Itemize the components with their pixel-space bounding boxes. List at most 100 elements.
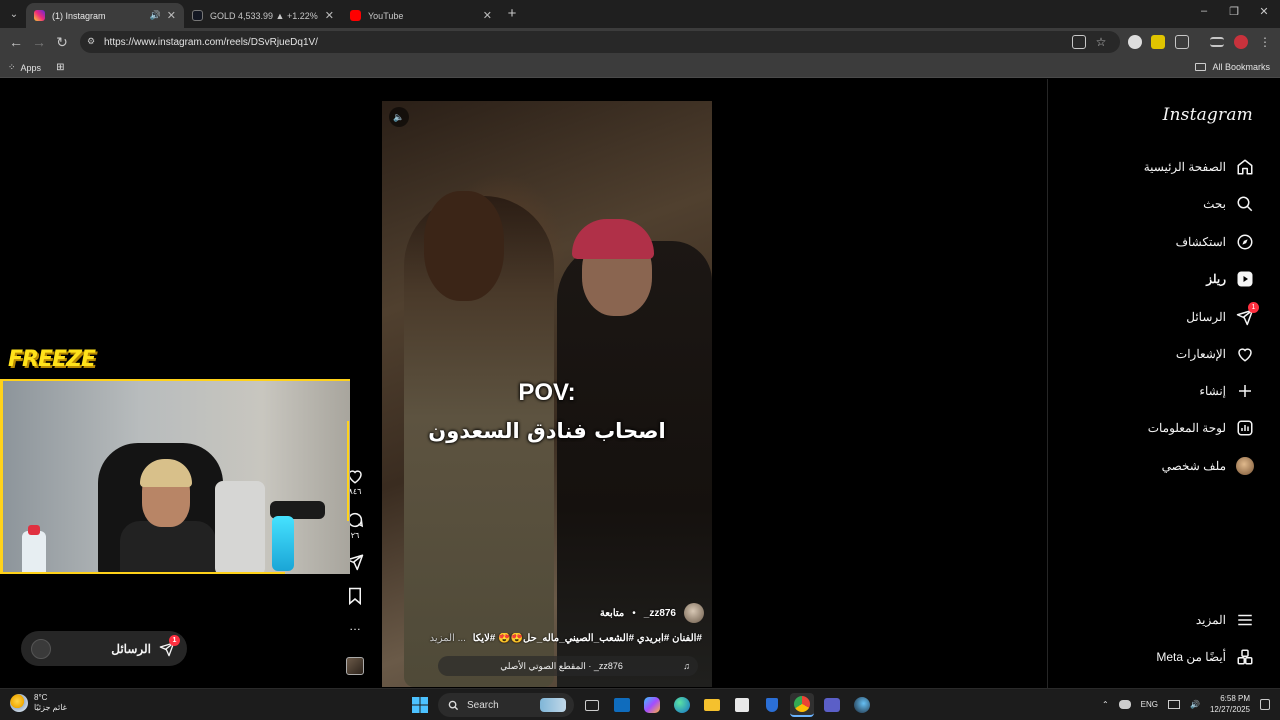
menu-kebab-icon[interactable]: ⋮ xyxy=(1258,35,1272,49)
nav-label: استكشاف xyxy=(1175,235,1226,249)
mute-toggle-icon[interactable]: 🔈 xyxy=(389,107,409,127)
nav-explore[interactable]: استكشاف xyxy=(1176,230,1254,254)
nav-messages[interactable]: 1 الرسائل xyxy=(1186,302,1259,329)
network-icon[interactable] xyxy=(1167,699,1180,709)
copilot-icon[interactable] xyxy=(640,693,664,717)
tab-audio-icon[interactable]: 🔊 xyxy=(150,10,161,21)
extension-icon[interactable] xyxy=(1128,35,1142,49)
site-info-icon[interactable]: ⚙ xyxy=(87,36,99,48)
more-options-button[interactable]: … xyxy=(343,619,367,633)
tab-youtube[interactable]: YouTube ✕ xyxy=(342,3,500,28)
task-view-icon[interactable] xyxy=(580,693,604,717)
minimize-button[interactable]: – xyxy=(1194,5,1214,17)
messages-badge: 1 xyxy=(1248,302,1259,313)
nav-also-from-meta[interactable]: أيضًا من Meta xyxy=(1156,645,1254,669)
home-icon xyxy=(1236,158,1254,176)
nav-label: لوحة المعلومات xyxy=(1147,421,1226,435)
nav-dashboard[interactable]: لوحة المعلومات xyxy=(1148,416,1254,440)
windows-taskbar: 8°C غائم جزئيًا Search ⌃ ENG 🔊 6:58 PM 1… xyxy=(0,688,1280,720)
separator-dot: • xyxy=(632,607,636,619)
tab-close-icon[interactable]: ✕ xyxy=(325,9,334,22)
tab-title: GOLD 4,533.99 ▲ +1.22% Unna xyxy=(210,10,319,21)
store-icon[interactable] xyxy=(730,693,754,717)
profile-avatar xyxy=(1236,457,1254,475)
author-username[interactable]: zz876_ xyxy=(644,608,676,619)
browser-toolbar: ← → ↻ ⚙ https://www.instagram.com/reels/… xyxy=(0,28,1280,56)
search-icon xyxy=(448,700,459,710)
apps-grid-icon: ⁘ xyxy=(8,62,16,72)
instagram-logo[interactable]: Instagram xyxy=(1163,105,1253,125)
audio-label: zz876_ · المقطع الصوتي الأصلي xyxy=(500,660,623,671)
reel-author: zz876_ • متابعة xyxy=(600,603,704,623)
nav-more[interactable]: المزيد xyxy=(1196,608,1254,632)
dashboard-icon xyxy=(1236,419,1254,437)
reel-overlay-line1: POV: xyxy=(518,379,576,406)
clock[interactable]: 6:58 PM 12/27/2025 xyxy=(1210,693,1250,715)
tab-instagram[interactable]: (1) Instagram 🔊 ✕ xyxy=(26,3,184,28)
nav-profile[interactable]: ملف شخصي xyxy=(1162,454,1254,478)
url-text: https://www.instagram.com/reels/DSvRjueD… xyxy=(104,36,318,48)
start-button[interactable] xyxy=(408,693,432,717)
address-bar[interactable]: ⚙ https://www.instagram.com/reels/DSvRju… xyxy=(80,31,1120,53)
restore-button[interactable]: ❐ xyxy=(1224,5,1244,18)
tab-close-icon[interactable]: ✕ xyxy=(167,9,176,22)
steam-icon[interactable] xyxy=(850,693,874,717)
nav-notifications[interactable]: الإشعارات xyxy=(1176,342,1254,366)
follow-button[interactable]: متابعة xyxy=(600,608,624,619)
close-window-button[interactable]: ✕ xyxy=(1254,5,1274,18)
extensions-puzzle-icon[interactable] xyxy=(1175,35,1189,49)
file-explorer-icon[interactable] xyxy=(700,693,724,717)
audio-thumbnail[interactable] xyxy=(346,657,364,675)
back-button[interactable]: ← xyxy=(8,34,24,50)
all-bookmarks-label: All Bookmarks xyxy=(1212,62,1270,72)
webcam-frame-right xyxy=(347,421,349,521)
youtube-favicon xyxy=(350,10,361,21)
extension-icon[interactable] xyxy=(1151,35,1165,49)
reel-audio[interactable]: ♫ zz876_ · المقطع الصوتي الأصلي xyxy=(438,656,698,676)
tab-groups-icon[interactable]: ⊞ xyxy=(56,62,64,73)
edge-icon[interactable] xyxy=(670,693,694,717)
tab-search-button[interactable]: ⌄ xyxy=(4,4,24,24)
bookmark-apps[interactable]: ⁘ Apps ⊞ xyxy=(8,62,64,73)
nav-label: المزيد xyxy=(1195,613,1226,627)
discord-tray-icon[interactable] xyxy=(1118,699,1131,709)
forward-button[interactable]: → xyxy=(31,34,47,50)
teams-icon[interactable] xyxy=(820,693,844,717)
messages-floating-button[interactable]: 1 الرسائل xyxy=(21,631,187,666)
search-label: Search xyxy=(467,699,499,711)
caption-more-link[interactable]: ... المزيد xyxy=(430,633,466,644)
bookmark-star-icon[interactable]: ☆ xyxy=(1094,35,1108,49)
reel-video[interactable]: 🔈 POV: اصحاب فنادق السعدون zz876_ • متاب… xyxy=(382,101,712,687)
nav-label: ملف شخصي xyxy=(1161,459,1226,473)
tab-gold[interactable]: GOLD 4,533.99 ▲ +1.22% Unna ✕ xyxy=(184,3,342,28)
profile-avatar[interactable] xyxy=(1234,35,1248,49)
chrome-icon[interactable] xyxy=(790,693,814,717)
messages-icon: 1 xyxy=(1236,302,1259,326)
bookmarks-bar: ⁘ Apps ⊞ All Bookmarks xyxy=(0,56,1280,78)
music-note-icon: ♫ xyxy=(683,661,690,671)
new-tab-button[interactable]: + xyxy=(505,5,519,22)
language-indicator[interactable]: ENG xyxy=(1141,700,1158,709)
all-bookmarks[interactable]: All Bookmarks xyxy=(1195,62,1270,72)
tray-overflow-icon[interactable]: ⌃ xyxy=(1102,700,1109,709)
defender-icon[interactable] xyxy=(760,693,784,717)
cast-icon[interactable] xyxy=(1072,35,1086,49)
tab-strip: ⌄ (1) Instagram 🔊 ✕ GOLD 4,533.99 ▲ +1.2… xyxy=(0,0,1280,28)
webcam-overlay xyxy=(0,379,350,574)
taskbar-search[interactable]: Search xyxy=(438,693,574,717)
windows-logo-icon xyxy=(412,697,428,713)
plus-icon xyxy=(1236,382,1254,400)
author-avatar[interactable] xyxy=(684,603,704,623)
save-button[interactable] xyxy=(343,587,367,605)
nav-search[interactable]: بحث xyxy=(1203,192,1254,216)
nav-home[interactable]: الصفحة الرئيسية xyxy=(1144,155,1254,179)
media-control-icon[interactable] xyxy=(1210,37,1224,47)
nav-create[interactable]: إنشاء xyxy=(1199,379,1254,403)
weather-widget[interactable]: 8°C غائم جزئيًا xyxy=(10,693,67,713)
volume-icon[interactable]: 🔊 xyxy=(1190,700,1200,709)
tab-close-icon[interactable]: ✕ xyxy=(483,9,492,22)
nav-reels[interactable]: ريلز xyxy=(1206,267,1254,291)
notifications-icon[interactable] xyxy=(1260,698,1270,710)
reload-button[interactable]: ↻ xyxy=(54,34,70,50)
outlook-icon[interactable] xyxy=(610,693,634,717)
